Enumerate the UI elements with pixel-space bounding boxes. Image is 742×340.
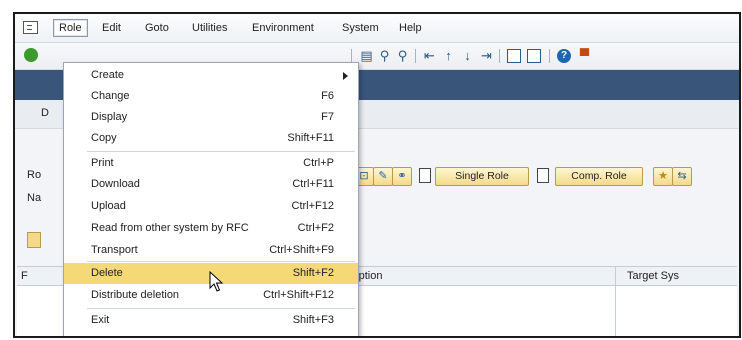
menu-environment[interactable]: Environment (248, 20, 318, 36)
menu-help[interactable]: Help (395, 20, 426, 36)
role-icon-stub[interactable] (27, 232, 41, 248)
find-icon[interactable]: ⚲ (377, 48, 392, 63)
customize-layout-icon[interactable]: ▀ (577, 48, 592, 63)
menu-item-upload[interactable]: Upload Ctrl+F12 (64, 196, 358, 217)
menu-separator (87, 261, 355, 262)
first-page-icon[interactable]: ⇤ (422, 48, 437, 63)
shortcut-icon[interactable] (527, 49, 541, 63)
menu-utilities[interactable]: Utilities (188, 20, 231, 36)
menu-item-display[interactable]: Display F7 (64, 107, 358, 128)
find-next-icon[interactable]: ⚲ (395, 48, 410, 63)
menu-item-copy[interactable]: Copy Shift+F11 (64, 128, 358, 149)
last-page-icon[interactable]: ⇥ (479, 48, 494, 63)
menu-separator (87, 151, 355, 152)
submenu-arrow-icon (343, 72, 348, 80)
next-page-icon[interactable]: ↓ (460, 48, 475, 63)
single-role-button[interactable]: Single Role (435, 167, 529, 186)
toolbar-separator (549, 49, 550, 63)
menu-bar: Role Edit Goto Utilities Environment Sys… (15, 14, 739, 43)
new-session-icon[interactable] (507, 49, 521, 63)
column-divider (615, 267, 616, 336)
mouse-cursor-icon (209, 271, 224, 292)
print-icon[interactable]: ▤ (359, 48, 374, 63)
role-label: Ro (27, 169, 42, 181)
previous-page-icon[interactable]: ↑ (441, 48, 456, 63)
menu-item-exit[interactable]: Exit Shift+F3 (64, 310, 358, 331)
help-icon[interactable]: ? (557, 49, 571, 63)
copy-role-icon[interactable]: ⚭ (392, 167, 412, 186)
toolbar-separator (499, 49, 500, 63)
menu-item-change[interactable]: Change F6 (64, 86, 358, 107)
menu-item-create[interactable]: Create (64, 65, 358, 86)
menu-item-download[interactable]: Download Ctrl+F11 (64, 174, 358, 195)
column-header-target-sys[interactable]: Target Sys (627, 270, 679, 282)
favorites-icon[interactable]: ★ (653, 167, 673, 186)
subbar-stub-text: D (41, 107, 49, 119)
composite-role-button[interactable]: Comp. Role (555, 167, 643, 186)
menu-item-read-from-rfc[interactable]: Read from other system by RFC Ctrl+F2 (64, 218, 358, 239)
toolbar-separator (415, 49, 416, 63)
menu-goto[interactable]: Goto (141, 20, 173, 36)
create-single-role-icon (419, 168, 431, 183)
column-header-stub: F (21, 270, 28, 282)
menu-item-transport[interactable]: Transport Ctrl+Shift+F9 (64, 240, 358, 261)
menu-separator (87, 308, 355, 309)
role-menu-dropdown: Create Change F6 Display F7 Copy Shift+F… (63, 62, 359, 336)
menu-item-print[interactable]: Print Ctrl+P (64, 153, 358, 174)
menu-role[interactable]: Role (53, 19, 88, 37)
create-composite-role-icon (537, 168, 549, 183)
change-role-icon[interactable]: ✎ (373, 167, 393, 186)
export-icon[interactable]: ⇆ (672, 167, 692, 186)
system-menu-icon[interactable] (23, 21, 38, 34)
enter-check-icon[interactable] (24, 48, 38, 62)
name-label: Na (27, 192, 42, 204)
toolbar-separator (351, 49, 352, 63)
menu-system[interactable]: System (338, 20, 383, 36)
sap-window: Role Edit Goto Utilities Environment Sys… (13, 12, 741, 338)
menu-edit[interactable]: Edit (98, 20, 125, 36)
